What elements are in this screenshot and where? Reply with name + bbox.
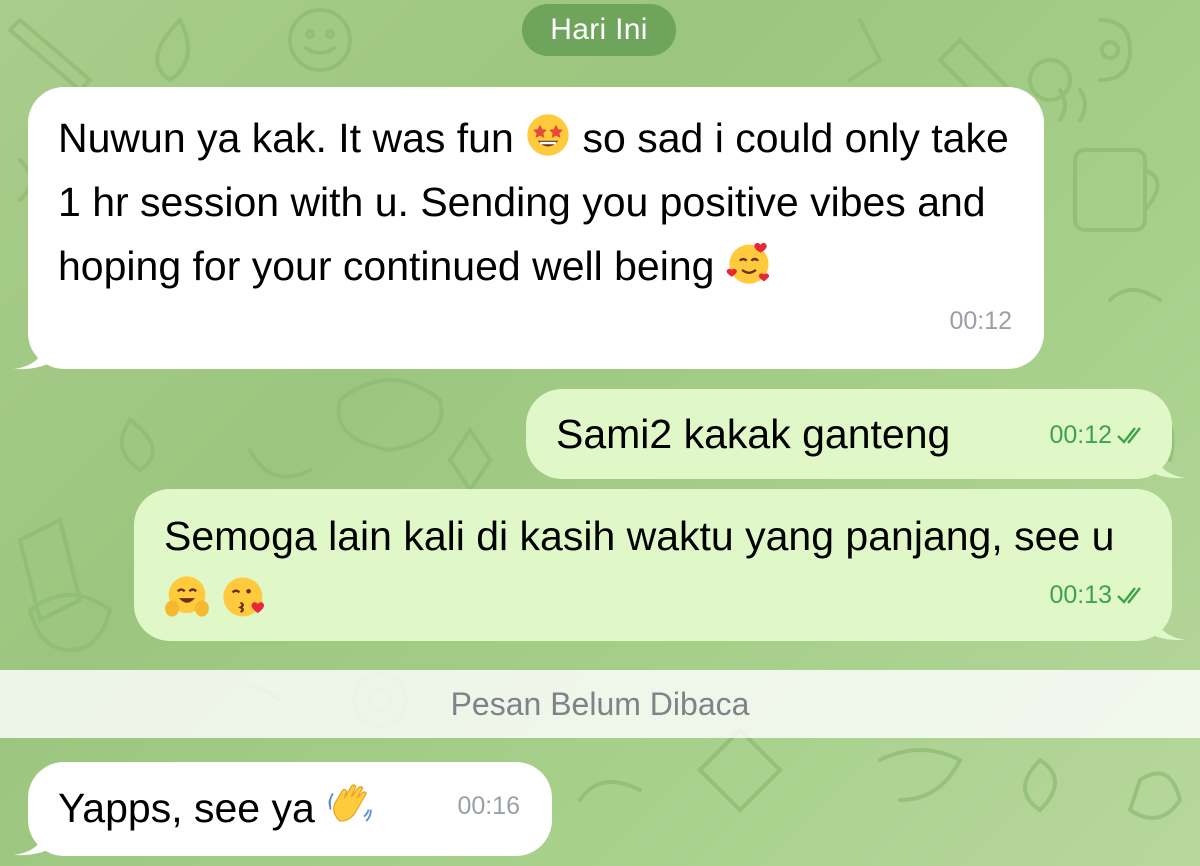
- date-separator: Hari Ini: [522, 4, 676, 56]
- incoming-message-bubble[interactable]: Yapps, see ya 00:16: [28, 762, 552, 856]
- hugging-face-emoji-icon: [165, 576, 209, 617]
- incoming-message-bubble[interactable]: Nuwun ya kak. It was fun so sad i could …: [28, 87, 1044, 369]
- message-text: Yapps, see ya: [58, 776, 522, 840]
- star-struck-emoji-icon: [527, 114, 569, 156]
- smiling-face-with-hearts-emoji-icon: [726, 242, 769, 284]
- double-check-read-icon: [1117, 587, 1141, 604]
- face-blowing-kiss-emoji-icon: [223, 577, 265, 617]
- message-text: Nuwun ya kak. It was fun so sad i could …: [58, 106, 1014, 298]
- message-timestamp: 00:16: [457, 792, 520, 820]
- unread-messages-divider: Pesan Belum Dibaca: [0, 670, 1200, 738]
- message-timestamp: 00:12: [949, 307, 1012, 335]
- message-timestamp: 00:12: [1049, 403, 1146, 467]
- outgoing-message-bubble[interactable]: Semoga lain kali di kasih waktu yang pan…: [134, 489, 1172, 641]
- message-text: Semoga lain kali di kasih waktu yang pan…: [164, 504, 1142, 632]
- outgoing-message-bubble[interactable]: Sami2 kakak ganteng 00:12: [526, 389, 1172, 479]
- double-check-read-icon: [1117, 427, 1141, 444]
- waving-hand-emoji-icon: [328, 784, 372, 822]
- message-timestamp: 00:13: [1049, 563, 1146, 627]
